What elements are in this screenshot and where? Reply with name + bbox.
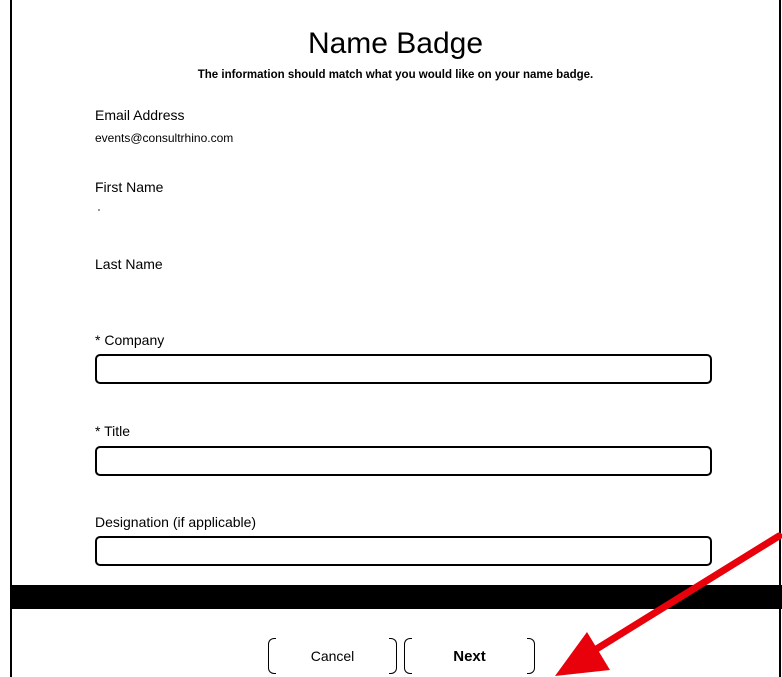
right-frame-border [779, 0, 781, 677]
designation-label: Designation (if applicable) [95, 514, 257, 530]
title-label: * Title [95, 423, 131, 439]
title-input[interactable] [97, 448, 710, 474]
divider-bar [12, 585, 782, 609]
email-label: Email Address [95, 107, 185, 123]
title-field[interactable] [95, 446, 712, 476]
left-frame-border [10, 0, 12, 677]
company-field[interactable] [95, 354, 712, 384]
company-input[interactable] [97, 356, 710, 382]
cancel-button[interactable]: Cancel [268, 638, 397, 674]
first-name-placeholder-mark [98, 209, 100, 211]
designation-input[interactable] [97, 538, 710, 564]
page-title: Name Badge [307, 27, 484, 60]
company-label: * Company [95, 332, 165, 348]
last-name-label: Last Name [95, 256, 163, 272]
first-name-label: First Name [95, 179, 164, 195]
designation-field[interactable] [95, 536, 712, 566]
next-button[interactable]: Next [404, 638, 535, 674]
page-subtitle: The information should match what you wo… [197, 69, 594, 81]
email-value: events@consultrhino.com [95, 131, 234, 145]
